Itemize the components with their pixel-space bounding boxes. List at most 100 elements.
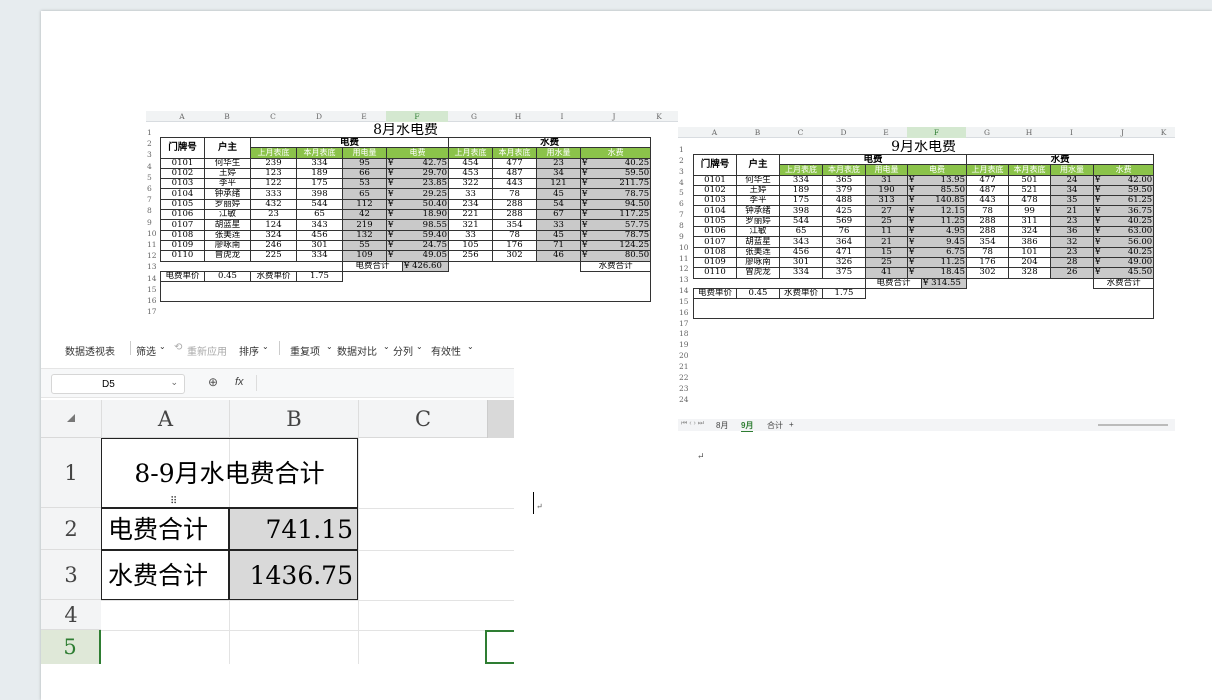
table-cell[interactable]: 76 bbox=[822, 226, 866, 238]
table-cell[interactable]: 95 bbox=[342, 157, 387, 169]
table-cell[interactable]: 53 bbox=[342, 178, 387, 190]
subheader-cell[interactable]: 用水量 bbox=[1050, 164, 1094, 176]
table-cell[interactable]: 302 bbox=[966, 267, 1009, 279]
water-fee-cell[interactable]: 59.50 bbox=[596, 167, 652, 180]
table-cell[interactable]: 501 bbox=[1008, 174, 1051, 186]
elec-fee-cell[interactable]: 18.90 bbox=[402, 209, 449, 221]
currency-cell[interactable]: ¥ bbox=[907, 215, 922, 228]
door-number-cell[interactable]: 0102 bbox=[693, 184, 737, 197]
table-cell[interactable]: 225 bbox=[250, 250, 297, 262]
water-fee-cell[interactable]: 59.50 bbox=[1107, 184, 1155, 197]
table-cell[interactable]: 24 bbox=[1050, 174, 1094, 186]
table-cell[interactable]: 313 bbox=[865, 195, 908, 207]
owner-cell[interactable]: 王婷 bbox=[204, 167, 251, 180]
table-cell[interactable]: 176 bbox=[492, 239, 537, 252]
table-cell[interactable]: 569 bbox=[822, 215, 866, 228]
elec-fee-cell[interactable]: 29.70 bbox=[402, 167, 449, 180]
water-value-cell[interactable]: 1436.75 bbox=[229, 550, 358, 600]
sheet-title[interactable]: 9月水电费 bbox=[694, 140, 1154, 155]
currency-cell[interactable]: ¥ bbox=[1093, 174, 1108, 186]
elec-fee-cell[interactable]: 59.40 bbox=[402, 229, 449, 241]
table-cell[interactable]: 477 bbox=[492, 157, 537, 169]
row-header[interactable]: 17 bbox=[678, 319, 690, 328]
table-cell[interactable]: 112 bbox=[342, 198, 387, 211]
table-cell[interactable]: 354 bbox=[492, 219, 537, 231]
table-cell[interactable]: 36 bbox=[1050, 226, 1094, 238]
currency-cell[interactable]: ¥ bbox=[1093, 215, 1108, 228]
elec-fee-cell[interactable]: 11.25 bbox=[921, 215, 967, 228]
table-cell[interactable]: 65 bbox=[296, 209, 343, 221]
table-cell[interactable]: 456 bbox=[296, 229, 343, 241]
currency-cell[interactable]: ¥ bbox=[386, 229, 403, 241]
water-fee-cell[interactable]: 94.50 bbox=[596, 198, 652, 211]
row-header[interactable]: 6 bbox=[678, 199, 690, 208]
owner-cell[interactable]: 曾虎龙 bbox=[736, 267, 780, 279]
row-header[interactable]: 7 bbox=[678, 210, 690, 219]
table-cell[interactable]: 46 bbox=[536, 250, 581, 262]
column-header-k[interactable]: K bbox=[1152, 127, 1175, 138]
water-fee-cell[interactable]: 78.75 bbox=[596, 188, 652, 200]
table-cell[interactable]: 379 bbox=[822, 184, 866, 197]
elec-fee-cell[interactable]: 49.05 bbox=[402, 250, 449, 262]
row-header[interactable]: 14 bbox=[678, 286, 690, 295]
water-label-cell[interactable]: 水费合计 bbox=[101, 550, 229, 600]
row-header[interactable]: 8 bbox=[678, 221, 690, 230]
elec-fee-cell[interactable]: 42.75 bbox=[402, 157, 449, 169]
table-cell[interactable]: 78 bbox=[966, 246, 1009, 258]
row-header[interactable]: 10 bbox=[678, 243, 690, 252]
table-cell[interactable] bbox=[692, 298, 1155, 309]
table-cell[interactable]: 105 bbox=[448, 239, 493, 252]
row-header[interactable]: 3 bbox=[678, 167, 690, 176]
column-header-f[interactable]: F bbox=[907, 127, 966, 138]
owner-cell[interactable]: 廖咏南 bbox=[736, 256, 780, 269]
table-cell[interactable]: 31 bbox=[865, 174, 908, 186]
door-number-cell[interactable]: 0108 bbox=[160, 229, 205, 241]
elec-fee-cell[interactable]: 11.25 bbox=[921, 256, 967, 269]
currency-cell[interactable]: ¥ bbox=[907, 236, 922, 248]
column-header-b[interactable]: B bbox=[736, 127, 779, 138]
subheader-cell[interactable]: 上月表底 bbox=[779, 164, 823, 176]
table-cell[interactable] bbox=[865, 288, 1155, 299]
table-cell[interactable]: 33 bbox=[448, 229, 493, 241]
currency-cell[interactable]: ¥ bbox=[580, 250, 597, 262]
tab-august[interactable]: 8月 bbox=[716, 420, 728, 431]
row-header[interactable]: 21 bbox=[678, 362, 690, 371]
sheet-title[interactable]: 8月水电费 bbox=[161, 123, 651, 138]
column-header-j[interactable]: J bbox=[1093, 127, 1152, 138]
table-cell[interactable]: 101 bbox=[1008, 246, 1051, 258]
elec-fee-cell[interactable]: 24.75 bbox=[402, 239, 449, 252]
subheader-cell[interactable]: 电费 bbox=[907, 164, 967, 176]
owner-cell[interactable]: 钟承绪 bbox=[736, 205, 780, 217]
subheader-cell[interactable]: 用电量 bbox=[342, 147, 387, 159]
elec-fee-cell[interactable]: 13.95 bbox=[921, 174, 967, 186]
table-cell[interactable]: 26 bbox=[1050, 267, 1094, 279]
table-cell[interactable]: 544 bbox=[296, 198, 343, 211]
table-cell[interactable] bbox=[342, 271, 652, 282]
door-number-cell[interactable]: 0105 bbox=[693, 215, 737, 228]
water-fee-cell[interactable]: 78.75 bbox=[596, 229, 652, 241]
elec-fee-cell[interactable]: 50.40 bbox=[402, 198, 449, 211]
selected-cell-d5[interactable] bbox=[485, 630, 514, 664]
table-cell[interactable]: 34 bbox=[1050, 184, 1094, 197]
currency-cell[interactable]: ¥ bbox=[907, 267, 922, 279]
table-cell[interactable]: 25 bbox=[865, 256, 908, 269]
name-box[interactable]: D5 ⌄ bbox=[51, 374, 185, 394]
row-header[interactable]: 23 bbox=[678, 384, 690, 393]
pivot-table-button[interactable]: 数据透视表 bbox=[65, 343, 115, 358]
currency-cell[interactable]: ¥ bbox=[1093, 195, 1108, 207]
currency-cell[interactable]: ¥ bbox=[1093, 267, 1108, 279]
row-header[interactable]: 16 bbox=[678, 308, 690, 317]
currency-cell[interactable]: ¥ bbox=[1093, 205, 1108, 217]
owner-cell[interactable]: 何华生 bbox=[736, 174, 780, 186]
owner-cell[interactable]: 罗丽婷 bbox=[204, 198, 251, 211]
table-cell[interactable]: 326 bbox=[822, 256, 866, 269]
door-number-cell[interactable]: 0103 bbox=[693, 195, 737, 207]
table-cell[interactable]: 443 bbox=[492, 178, 537, 190]
table-cell[interactable]: 23 bbox=[1050, 246, 1094, 258]
owner-cell[interactable]: 张美莲 bbox=[204, 229, 251, 241]
elec-total-value[interactable]: ¥ 426.60 bbox=[402, 260, 449, 272]
elec-price-value[interactable]: 0.45 bbox=[736, 287, 780, 300]
table-cell[interactable]: 354 bbox=[966, 236, 1009, 248]
table-cell[interactable]: 78 bbox=[492, 188, 537, 200]
owner-cell[interactable]: 廖咏南 bbox=[204, 239, 251, 252]
